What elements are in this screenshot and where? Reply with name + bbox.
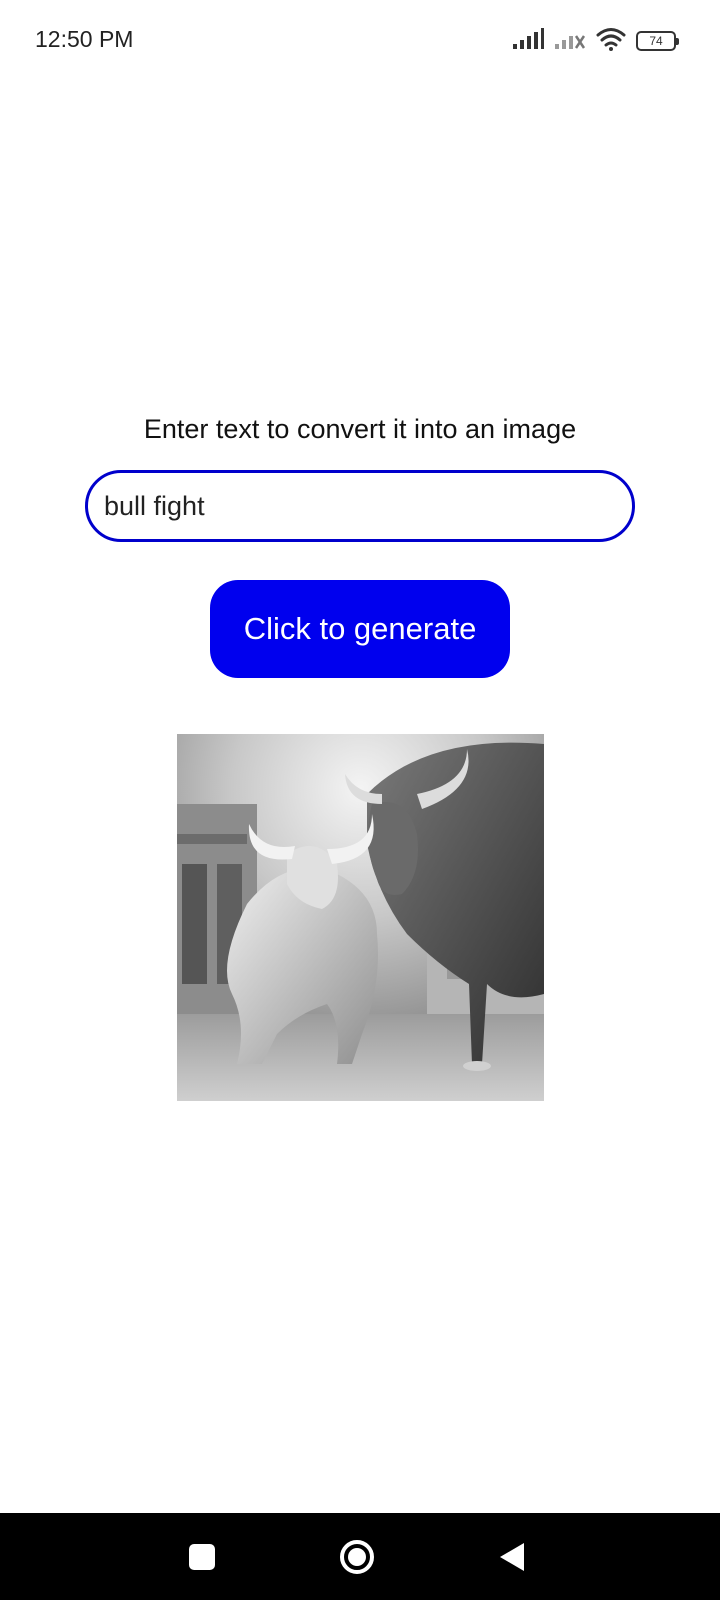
signal-no-sim-icon: [554, 28, 586, 55]
generated-image: [177, 734, 544, 1101]
status-icons: 74: [512, 26, 679, 56]
back-icon[interactable]: [467, 1513, 557, 1600]
recents-icon[interactable]: [157, 1513, 247, 1600]
prompt-label: Enter text to convert it into an image: [143, 414, 577, 444]
signal-icon: [512, 27, 544, 55]
generate-button[interactable]: Click to generate: [210, 580, 510, 678]
status-bar: 12:50 PM 74: [0, 0, 720, 82]
status-time: 12:50 PM: [35, 26, 134, 52]
battery-icon: 74: [636, 31, 679, 51]
navigation-bar: [0, 1513, 720, 1600]
home-icon[interactable]: [312, 1513, 402, 1600]
prompt-input[interactable]: [85, 470, 635, 542]
wifi-icon: [596, 27, 626, 56]
app-screen: 12:50 PM 74 Enter text to convert it int…: [0, 0, 720, 1600]
